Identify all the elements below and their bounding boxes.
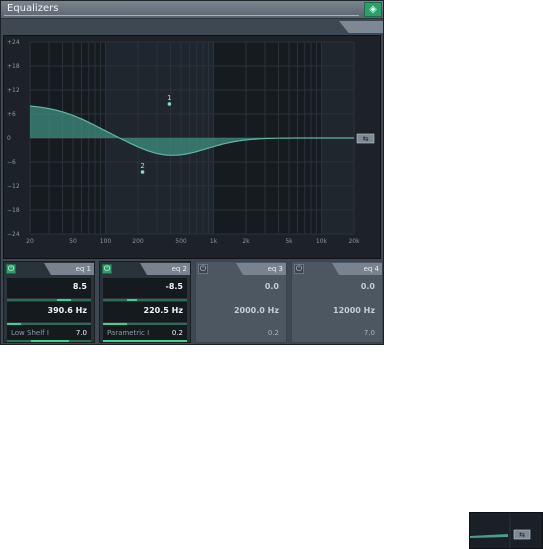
thumbnail-bg [470,513,542,548]
power-icon[interactable]: ⏻ [102,264,112,274]
filter-type: Parametric I [107,329,150,337]
power-icon[interactable]: ⏻ [198,264,208,274]
gain-value: 8.5 [72,282,87,291]
window-title: Equalizers [7,3,59,14]
x-tick-label: 50 [69,238,77,245]
q-value: 7.0 [75,329,87,337]
freq-field[interactable]: 2000.0 Hz [199,302,283,322]
q-value: 0.2 [171,329,183,337]
eq-band-2: ⏻ eq 2 -8.5 220.5 Hz Parametric I 0.2 [99,261,191,343]
eq-node-label: 1 [167,94,171,102]
x-tick-label: 5k [285,238,293,245]
x-tick-label: 500 [175,238,187,245]
band-tab[interactable]: eq 1 [44,263,94,275]
band-name: eq 1 [75,265,91,273]
eq-graph[interactable]: +24 +18 +12 +6 0 −6 −12 −18 −24 20 50 100 200 500 1k 2k… [3,35,381,259]
band-header: ⏻ eq 2 [100,262,190,276]
x-tick-label: 1k [210,238,218,245]
gain-slider[interactable] [103,299,187,301]
eq-band-4: ⏻ eq 4 0.0 12000 Hz 7.0 [291,261,383,343]
x-tick-label: 20 [26,238,34,245]
title-bar[interactable]: Equalizers ◈ [1,1,383,19]
q-slider-fill [31,340,69,342]
type-q-field[interactable]: Low Shelf I 7.0 [7,325,91,340]
panel-tab[interactable] [339,21,383,33]
power-icon[interactable]: ⏻ [294,264,304,274]
y-tick-label: +6 [7,111,16,118]
gain-value: -8.5 [165,282,184,291]
y-tick-label: −6 [7,159,16,166]
x-tick-label: 2k [242,238,250,245]
x-tick-label: 200 [132,238,144,245]
q-slider[interactable] [103,340,187,342]
gain-slider-fill [127,299,137,301]
eq-band-3: ⏻ eq 3 0.0 2000.0 Hz 0.2 [195,261,287,343]
eq-node-2[interactable] [140,170,145,174]
type-q-field[interactable]: Parametric I 0.2 [103,325,187,340]
eq-band-1: ⏻ eq 1 8.5 390.6 Hz Low Shelf I 7.0 [3,261,95,343]
filter-type: Low Shelf I [11,329,49,337]
freq-field[interactable]: 390.6 Hz [7,302,91,322]
q-slider[interactable] [7,340,91,342]
y-tick-label: −18 [7,207,20,214]
type-q-field[interactable]: 0.2 [199,325,283,340]
y-tick-label: −24 [7,231,20,238]
pin-icon[interactable]: ◈ [364,2,382,17]
gain-field[interactable]: 0.0 [199,278,283,298]
eq-node-label: 2 [140,162,144,170]
equalizers-panel: Equalizers ◈ +24 +18 +12 +6 0 −6 −12 −18 −24 20 50… [0,0,384,345]
y-tick-label: −12 [7,183,20,190]
band-name: eq 3 [267,265,283,273]
thumbnail-canvas: ⇆ [470,513,542,548]
gain-field[interactable]: 8.5 [7,278,91,298]
q-slider-fill [103,340,187,342]
band-header: ⏻ eq 4 [292,262,382,276]
gain-field[interactable]: 0.0 [295,278,379,298]
power-icon[interactable]: ⏻ [6,264,16,274]
band-name: eq 2 [171,265,187,273]
freq-value: 2000.0 Hz [233,306,279,315]
freq-value: 390.6 Hz [47,306,87,315]
band-tab[interactable]: eq 4 [332,263,382,275]
gain-field[interactable]: -8.5 [103,278,187,298]
band-header: ⏻ eq 1 [4,262,94,276]
q-value: 0.2 [267,329,279,337]
x-tick-label: 100 [100,238,112,245]
x-tick-label: 20k [348,238,360,245]
q-value: 7.0 [363,329,375,337]
reset-glyph: ⇆ [519,531,525,539]
y-tick-label: +24 [7,39,20,46]
x-tick-label: 10k [316,238,328,245]
eq-graph-canvas[interactable]: +24 +18 +12 +6 0 −6 −12 −18 −24 20 50 100 200 500 1k 2k… [4,36,380,258]
band-tab[interactable]: eq 2 [140,263,190,275]
y-tick-label: +12 [7,87,20,94]
type-q-field[interactable]: 7.0 [295,325,379,340]
eq-thumbnail: ⇆ [469,512,543,549]
gain-value: 0.0 [360,282,375,291]
freq-value: 220.5 Hz [143,306,183,315]
freq-value: 12000 Hz [333,306,375,315]
freq-field[interactable]: 12000 Hz [295,302,379,322]
reset-glyph: ⇆ [363,135,369,143]
gain-slider-fill [57,299,71,301]
band-tab[interactable]: eq 3 [236,263,286,275]
eq-node-1[interactable] [167,102,172,106]
band-name: eq 4 [363,265,379,273]
title-underline [4,15,359,16]
y-tick-label: 0 [7,135,11,142]
gain-value: 0.0 [264,282,279,291]
gain-slider[interactable] [7,299,91,301]
freq-field[interactable]: 220.5 Hz [103,302,187,322]
y-tick-label: +18 [7,63,20,70]
band-header: ⏻ eq 3 [196,262,286,276]
